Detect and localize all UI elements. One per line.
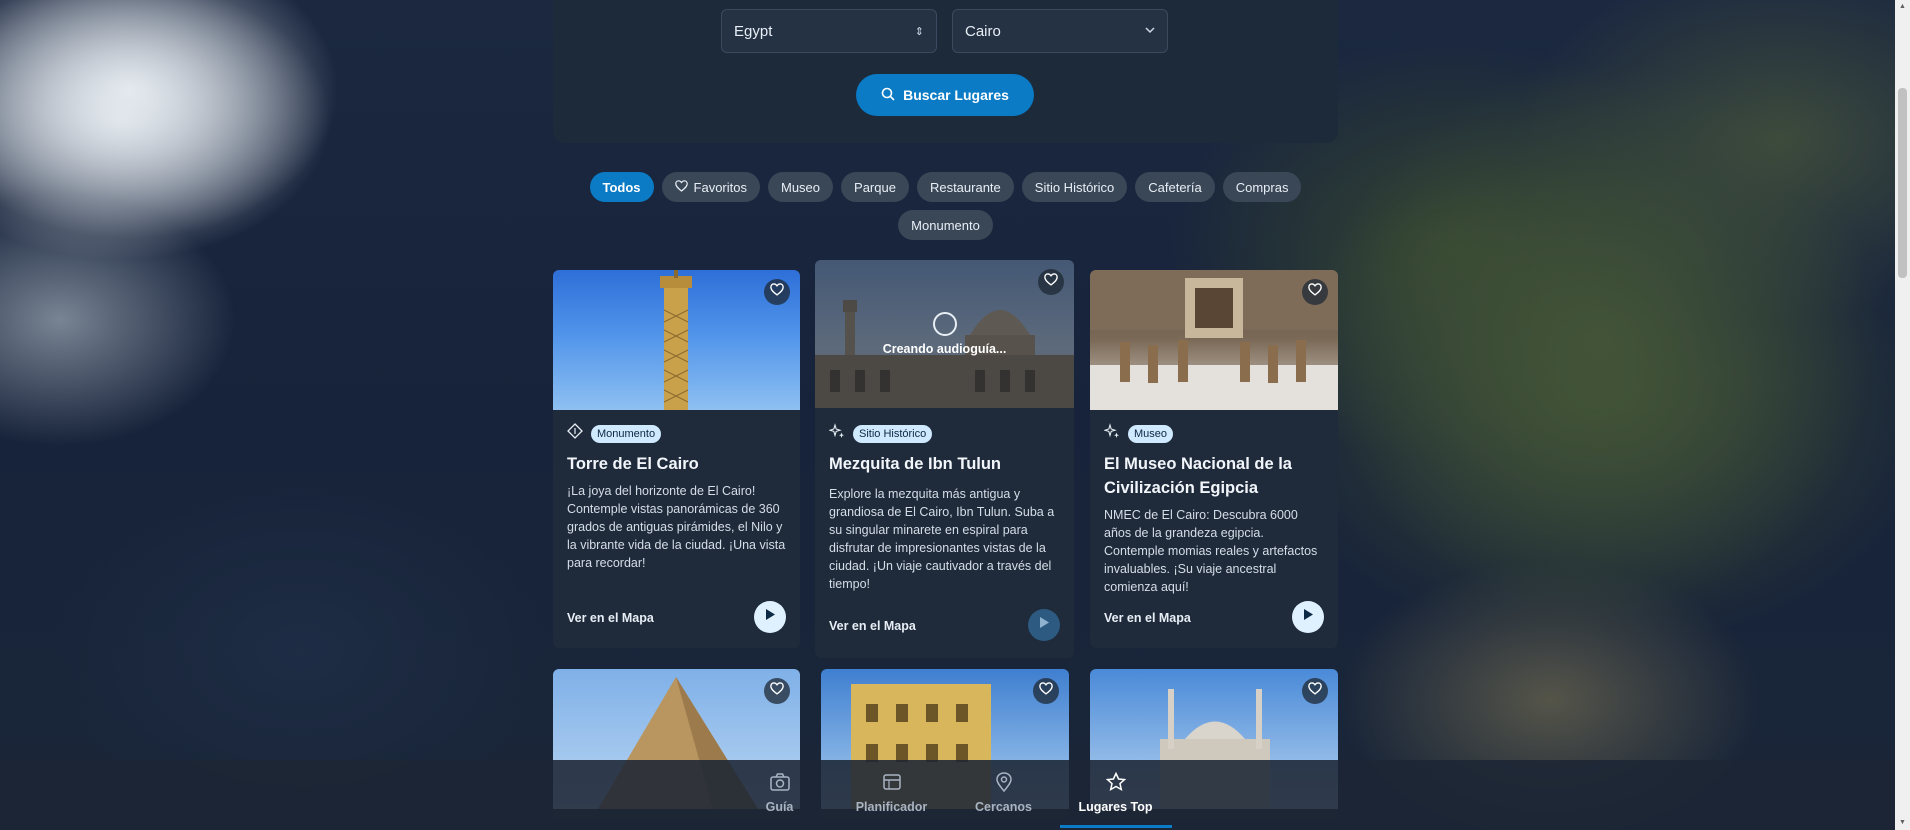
place-description: Explore la mezquita más antigua y grandi… [829,487,1055,591]
filter-chip-favoritos[interactable]: Favoritos [661,172,760,202]
search-places-button[interactable]: Buscar Lugares [856,74,1034,116]
nav-item-cercanos[interactable]: Cercanos [948,760,1060,830]
loading-text: Creando audioguía... [882,342,1007,356]
camera-icon [769,772,791,795]
nav-item-lugares-top[interactable]: Lugares Top [1059,760,1172,830]
view-on-map-link[interactable]: Ver en el Mapa [829,619,916,633]
category-badge: Museo [1128,424,1174,443]
place-title: Mezquita de Ibn Tulun [829,455,1002,473]
play-icon [764,608,776,626]
filter-chip-monumento[interactable]: Monumento [898,210,993,240]
filter-chip-museo[interactable]: Museo [768,172,834,202]
place-card[interactable]: Creando audioguía... Sitio Histórico Mez… [815,260,1074,658]
favorite-button[interactable] [1302,678,1328,704]
chip-label: Sitio Histórico [1034,179,1115,195]
nav-item-guia[interactable]: Guía [724,760,836,830]
view-on-map-link[interactable]: Ver en el Mapa [1104,611,1191,625]
favorite-button[interactable] [1033,678,1059,704]
view-on-map-link[interactable]: Ver en el Mapa [567,611,654,625]
category-badge: Sitio Histórico [853,424,933,443]
place-description: ¡La joya del horizonte de El Cairo! Cont… [567,484,786,570]
nav-label: Planificador [855,800,928,814]
search-button-label: Buscar Lugares [903,87,1009,103]
filter-chip-compras[interactable]: Compras [1222,172,1302,202]
category-filters: Todos Favoritos Museo Parque Restaurante… [553,172,1338,240]
nav-label: Cercanos [975,800,1032,814]
play-audio-button[interactable] [1292,601,1324,633]
globe-landmass [1320,60,1880,620]
nav-item-planificador[interactable]: Planificador [836,760,948,830]
active-tab-indicator [1059,825,1172,828]
place-card[interactable]: Monumento Torre de El Cairo ¡La joya del… [553,270,800,648]
updown-chevron-icon: ⇕ [914,25,924,38]
category-row: Monumento [567,423,662,444]
heart-icon [1308,283,1322,301]
place-image [1090,270,1338,410]
heart-icon [1039,682,1053,700]
monument-icon [567,423,583,444]
nav-label: Guía [765,800,794,814]
filter-chip-restaurante[interactable]: Restaurante [916,172,1014,202]
ticket-icon [881,772,903,795]
chip-label: Cafetería [1148,179,1202,195]
country-value: Egypt [734,22,773,40]
category-badge: Monumento [591,424,662,443]
filter-chip-parque[interactable]: Parque [841,172,909,202]
star-icon [1105,771,1127,795]
place-description: NMEC de El Cairo: Descubra 6000 años de … [1104,508,1318,594]
map-pin-icon [993,772,1015,795]
globe-background [0,0,340,240]
place-image [553,270,800,410]
sparkles-icon [828,423,845,444]
heart-icon [1044,273,1058,291]
filter-chip-sitio-historico[interactable]: Sitio Histórico [1021,172,1128,202]
city-select[interactable]: Cairo [952,9,1168,53]
heart-icon [674,179,688,195]
play-icon [1302,608,1314,626]
loading-spinner-icon [932,312,957,336]
chip-label: Parque [854,179,896,195]
place-title: El Museo Nacional de la Civilización Egi… [1104,455,1292,497]
sparkles-icon [1103,423,1120,444]
chip-label: Restaurante [929,179,1001,195]
nav-label: Lugares Top [1078,800,1153,814]
favorite-button[interactable] [764,279,790,305]
audioguide-loading-overlay: Creando audioguía... [815,260,1074,408]
country-select[interactable]: Egypt ⇕ [721,9,937,53]
category-row: Sitio Histórico [828,423,933,444]
favorite-button[interactable] [1038,269,1064,295]
filter-chip-todos[interactable]: Todos [589,172,654,202]
scroll-up-arrow-icon[interactable]: ▲ [1898,3,1907,11]
search-icon [881,87,895,104]
play-audio-button[interactable] [1028,609,1060,641]
chip-label: Todos [602,179,641,195]
place-card[interactable]: Museo El Museo Nacional de la Civilizaci… [1090,270,1338,648]
heart-icon [770,682,784,700]
scroll-thumb[interactable] [1898,88,1907,278]
bottom-navigation: Guía Planificador Cercanos Lugares Top [0,760,1895,830]
filter-chip-cafeteria[interactable]: Cafetería [1135,172,1215,202]
chip-label: Monumento [911,217,980,233]
category-row: Museo [1103,423,1174,444]
scroll-down-arrow-icon[interactable]: ▼ [1898,819,1907,827]
favorite-button[interactable] [764,678,790,704]
page-scrollbar[interactable]: ▲ ▼ [1895,0,1910,830]
favorite-button[interactable] [1302,279,1328,305]
chip-label: Museo [781,179,821,195]
search-panel: Egypt ⇕ Cairo Buscar Lugares [553,0,1338,143]
city-value: Cairo [965,22,1001,40]
heart-icon [770,283,784,301]
chip-label: Favoritos [693,179,747,195]
heart-icon [1308,682,1322,700]
chevron-down-icon [1145,25,1155,37]
chip-label: Compras [1235,179,1289,195]
play-audio-button[interactable] [754,601,786,633]
play-icon [1038,616,1050,634]
place-title: Torre de El Cairo [567,455,699,473]
